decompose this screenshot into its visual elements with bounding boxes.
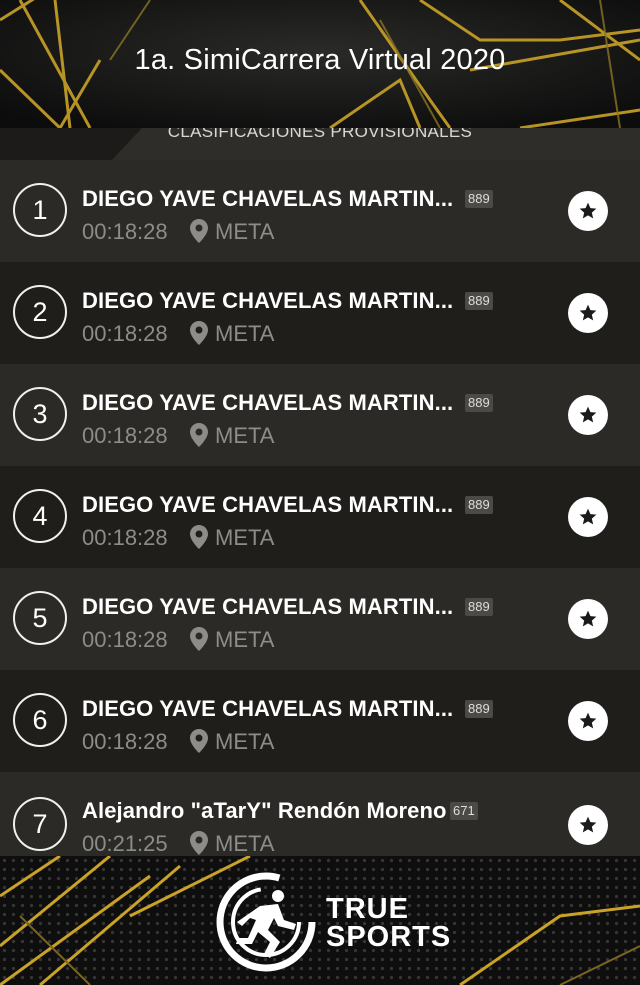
race-time: 00:18:28 <box>82 219 168 244</box>
bib-number: 671 <box>450 802 478 820</box>
checkpoint-label: META <box>215 627 275 652</box>
runner-name: DIEGO YAVE CHAVELAS MARTIN... <box>82 390 454 415</box>
favorite-button[interactable] <box>568 599 608 639</box>
checkpoint-label: META <box>215 219 275 244</box>
checkpoint-label: META <box>215 831 275 856</box>
result-row[interactable]: 3 DIEGO YAVE CHAVELAS MARTIN... 889 00:1… <box>0 364 640 466</box>
runner-name: DIEGO YAVE CHAVELAS MARTIN... <box>82 186 454 211</box>
bib-number: 889 <box>465 598 493 616</box>
favorite-button[interactable] <box>568 701 608 741</box>
result-row[interactable]: 2 DIEGO YAVE CHAVELAS MARTIN... 889 00:1… <box>0 262 640 364</box>
position-badge: 1 <box>13 183 67 237</box>
runner-name: DIEGO YAVE CHAVELAS MARTIN... <box>82 594 454 619</box>
position-badge: 7 <box>13 797 67 851</box>
star-icon <box>579 202 597 219</box>
checkpoint-label: META <box>215 423 275 448</box>
runner-name: DIEGO YAVE CHAVELAS MARTIN... <box>82 492 454 517</box>
race-time: 00:21:25 <box>82 831 168 856</box>
logo-text-sports: SPORTS <box>326 921 452 953</box>
map-pin-icon <box>190 831 208 855</box>
map-pin-icon <box>190 219 208 243</box>
favorite-button[interactable] <box>568 191 608 231</box>
bib-number: 889 <box>465 292 493 310</box>
map-pin-icon <box>190 525 208 549</box>
position-badge: 5 <box>13 591 67 645</box>
bib-number: 889 <box>465 700 493 718</box>
map-pin-icon <box>190 321 208 345</box>
position-badge: 3 <box>13 387 67 441</box>
bib-number: 889 <box>465 190 493 208</box>
runner-name: Alejandro "aTarY" Rendón Moreno <box>82 798 447 823</box>
result-row[interactable]: 1 DIEGO YAVE CHAVELAS MARTIN... 889 00:1… <box>0 160 640 262</box>
star-icon <box>579 304 597 321</box>
race-time: 00:18:28 <box>82 321 168 346</box>
result-row[interactable]: 5 DIEGO YAVE CHAVELAS MARTIN... 889 00:1… <box>0 568 640 670</box>
race-time: 00:18:28 <box>82 525 168 550</box>
star-icon <box>579 610 597 627</box>
favorite-button[interactable] <box>568 497 608 537</box>
bib-number: 889 <box>465 496 493 514</box>
star-icon <box>579 508 597 525</box>
result-row[interactable]: 4 DIEGO YAVE CHAVELAS MARTIN... 889 00:1… <box>0 466 640 568</box>
favorite-button[interactable] <box>568 293 608 333</box>
star-icon <box>579 712 597 729</box>
app-header: 1a. SimiCarrera Virtual 2020 <box>0 0 640 128</box>
runner-name: DIEGO YAVE CHAVELAS MARTIN... <box>82 288 454 313</box>
checkpoint-label: META <box>215 525 275 550</box>
map-pin-icon <box>190 627 208 651</box>
result-row[interactable]: 7 Alejandro "aTarY" Rendón Moreno 671 00… <box>0 772 640 856</box>
result-row[interactable]: 6 DIEGO YAVE CHAVELAS MARTIN... 889 00:1… <box>0 670 640 772</box>
favorite-button[interactable] <box>568 395 608 435</box>
map-pin-icon <box>190 729 208 753</box>
runner-name: DIEGO YAVE CHAVELAS MARTIN... <box>82 696 454 721</box>
map-pin-icon <box>190 423 208 447</box>
position-badge: 6 <box>13 693 67 747</box>
logo-text-true: TRUE <box>326 893 409 925</box>
app-footer: TRUE SPORTS <box>0 856 640 985</box>
star-icon <box>579 406 597 423</box>
bib-number: 889 <box>465 394 493 412</box>
position-badge: 4 <box>13 489 67 543</box>
section-subheader: CLASIFICACIONES PROVISIONALES <box>0 128 640 160</box>
checkpoint-label: META <box>215 729 275 754</box>
race-time: 00:18:28 <box>82 627 168 652</box>
position-badge: 2 <box>13 285 67 339</box>
results-list[interactable]: 1 DIEGO YAVE CHAVELAS MARTIN... 889 00:1… <box>0 160 640 856</box>
star-icon <box>579 816 597 833</box>
race-time: 00:18:28 <box>82 423 168 448</box>
section-title: CLASIFICACIONES PROVISIONALES <box>167 128 473 141</box>
checkpoint-label: META <box>215 321 275 346</box>
page-title: 1a. SimiCarrera Virtual 2020 <box>134 44 506 76</box>
favorite-button[interactable] <box>568 805 608 845</box>
race-time: 00:18:28 <box>82 729 168 754</box>
